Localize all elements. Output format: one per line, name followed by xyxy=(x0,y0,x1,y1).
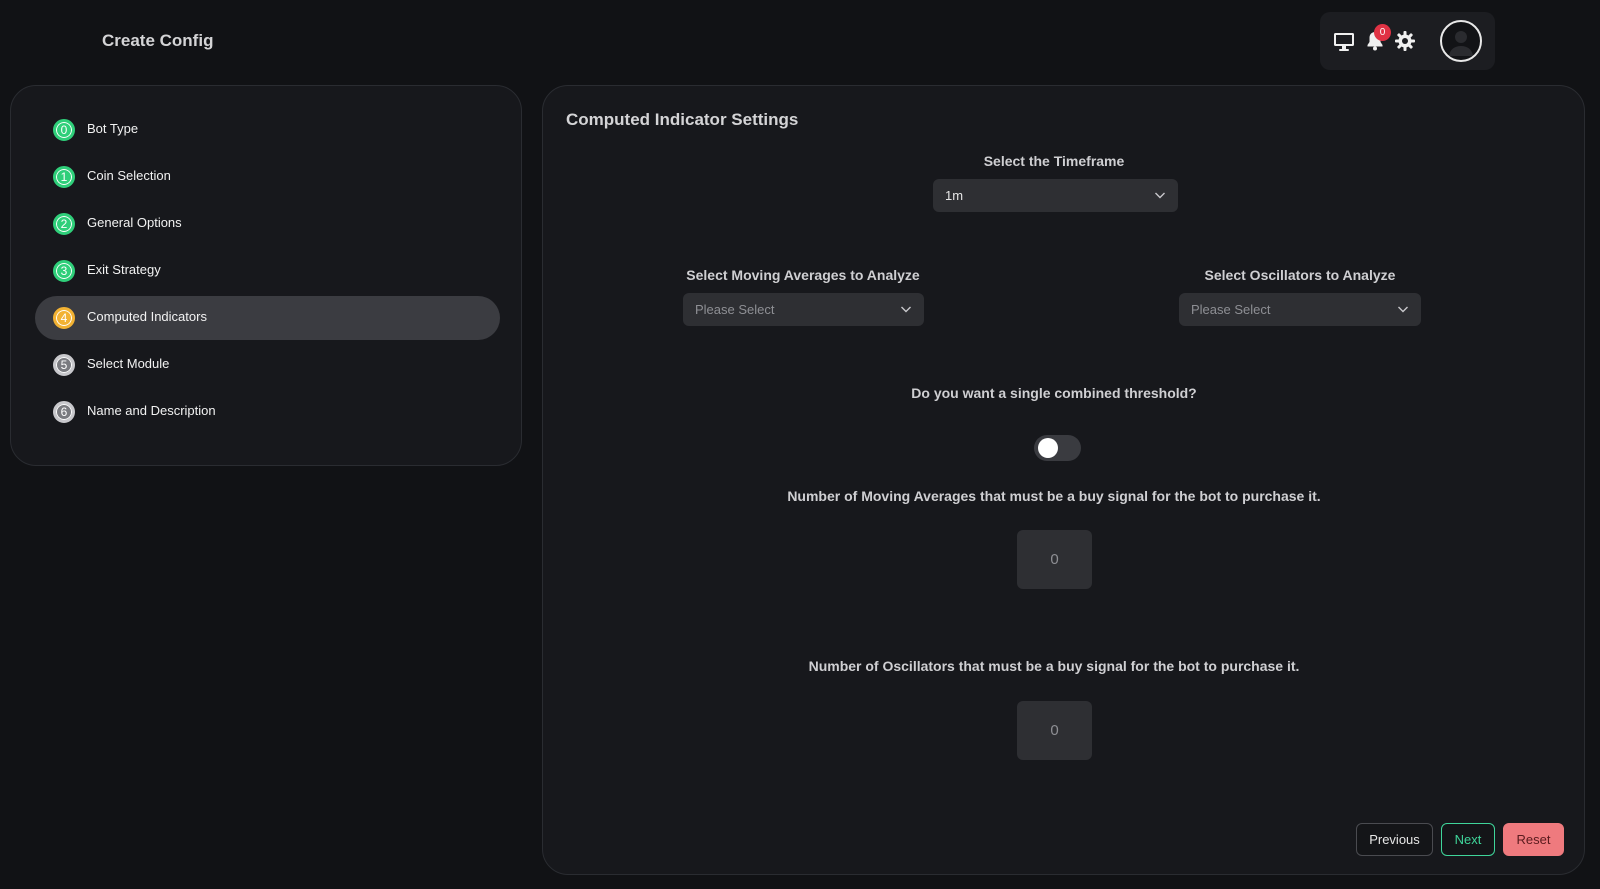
osc-threshold-input[interactable]: 0 xyxy=(1017,701,1092,760)
ma-threshold-label: Number of Moving Averages that must be a… xyxy=(787,488,1321,504)
step-general-options[interactable]: 2 General Options xyxy=(35,202,500,246)
previous-button[interactable]: Previous xyxy=(1356,823,1433,856)
step-label: Exit Strategy xyxy=(87,262,161,277)
moving-averages-placeholder: Please Select xyxy=(695,302,775,317)
step-number: 3 xyxy=(53,260,75,282)
step-exit-strategy[interactable]: 3 Exit Strategy xyxy=(35,249,500,293)
monitor-icon[interactable] xyxy=(1332,29,1356,53)
timeframe-label: Select the Timeframe xyxy=(983,153,1125,169)
moving-averages-label: Select Moving Averages to Analyze xyxy=(686,267,920,283)
section-title: Computed Indicator Settings xyxy=(566,110,799,129)
step-name-and-description[interactable]: 6 Name and Description xyxy=(35,390,500,434)
step-number: 5 xyxy=(53,354,75,376)
step-bot-type[interactable]: 0 Bot Type xyxy=(35,108,500,152)
top-toolbar: 0 xyxy=(1320,12,1495,70)
notification-badge: 0 xyxy=(1374,24,1391,41)
page-title: Create Config xyxy=(102,31,214,50)
chevron-down-icon xyxy=(900,304,912,314)
step-number: 4 xyxy=(53,307,75,329)
timeframe-value: 1m xyxy=(945,188,964,203)
step-coin-selection[interactable]: 1 Coin Selection xyxy=(35,155,500,199)
step-label: Computed Indicators xyxy=(87,309,207,324)
step-label: Select Module xyxy=(87,356,170,371)
chevron-down-icon xyxy=(1397,304,1409,314)
step-label: General Options xyxy=(87,215,182,230)
next-button[interactable]: Next xyxy=(1441,823,1495,856)
step-number: 6 xyxy=(53,401,75,423)
oscillators-label: Select Oscillators to Analyze xyxy=(1204,267,1396,283)
step-label: Name and Description xyxy=(87,403,216,418)
stepper-sidebar: 0 Bot Type 1 Coin Selection 2 General Op… xyxy=(10,85,522,466)
gear-icon[interactable] xyxy=(1393,29,1417,53)
step-computed-indicators[interactable]: 4 Computed Indicators xyxy=(35,296,500,340)
step-number: 0 xyxy=(53,119,75,141)
step-number: 2 xyxy=(53,213,75,235)
step-number: 1 xyxy=(53,166,75,188)
indicator-settings-panel: Computed Indicator Settings Select the T… xyxy=(542,85,1585,875)
combined-threshold-label: Do you want a single combined threshold? xyxy=(911,385,1197,401)
oscillators-placeholder: Please Select xyxy=(1191,302,1271,317)
step-select-module[interactable]: 5 Select Module xyxy=(35,343,500,387)
combined-threshold-toggle[interactable] xyxy=(1034,435,1081,461)
ma-threshold-input[interactable]: 0 xyxy=(1017,530,1092,589)
chevron-down-icon xyxy=(1154,190,1166,200)
step-label: Bot Type xyxy=(87,121,139,136)
osc-threshold-label: Number of Oscillators that must be a buy… xyxy=(808,658,1300,674)
timeframe-select[interactable]: 1m xyxy=(933,179,1178,212)
oscillators-select[interactable]: Please Select xyxy=(1179,293,1421,326)
toggle-knob xyxy=(1038,438,1058,458)
moving-averages-select[interactable]: Please Select xyxy=(683,293,924,326)
user-avatar-icon[interactable] xyxy=(1440,20,1482,62)
step-label: Coin Selection xyxy=(87,168,171,183)
reset-button[interactable]: Reset xyxy=(1503,823,1564,856)
